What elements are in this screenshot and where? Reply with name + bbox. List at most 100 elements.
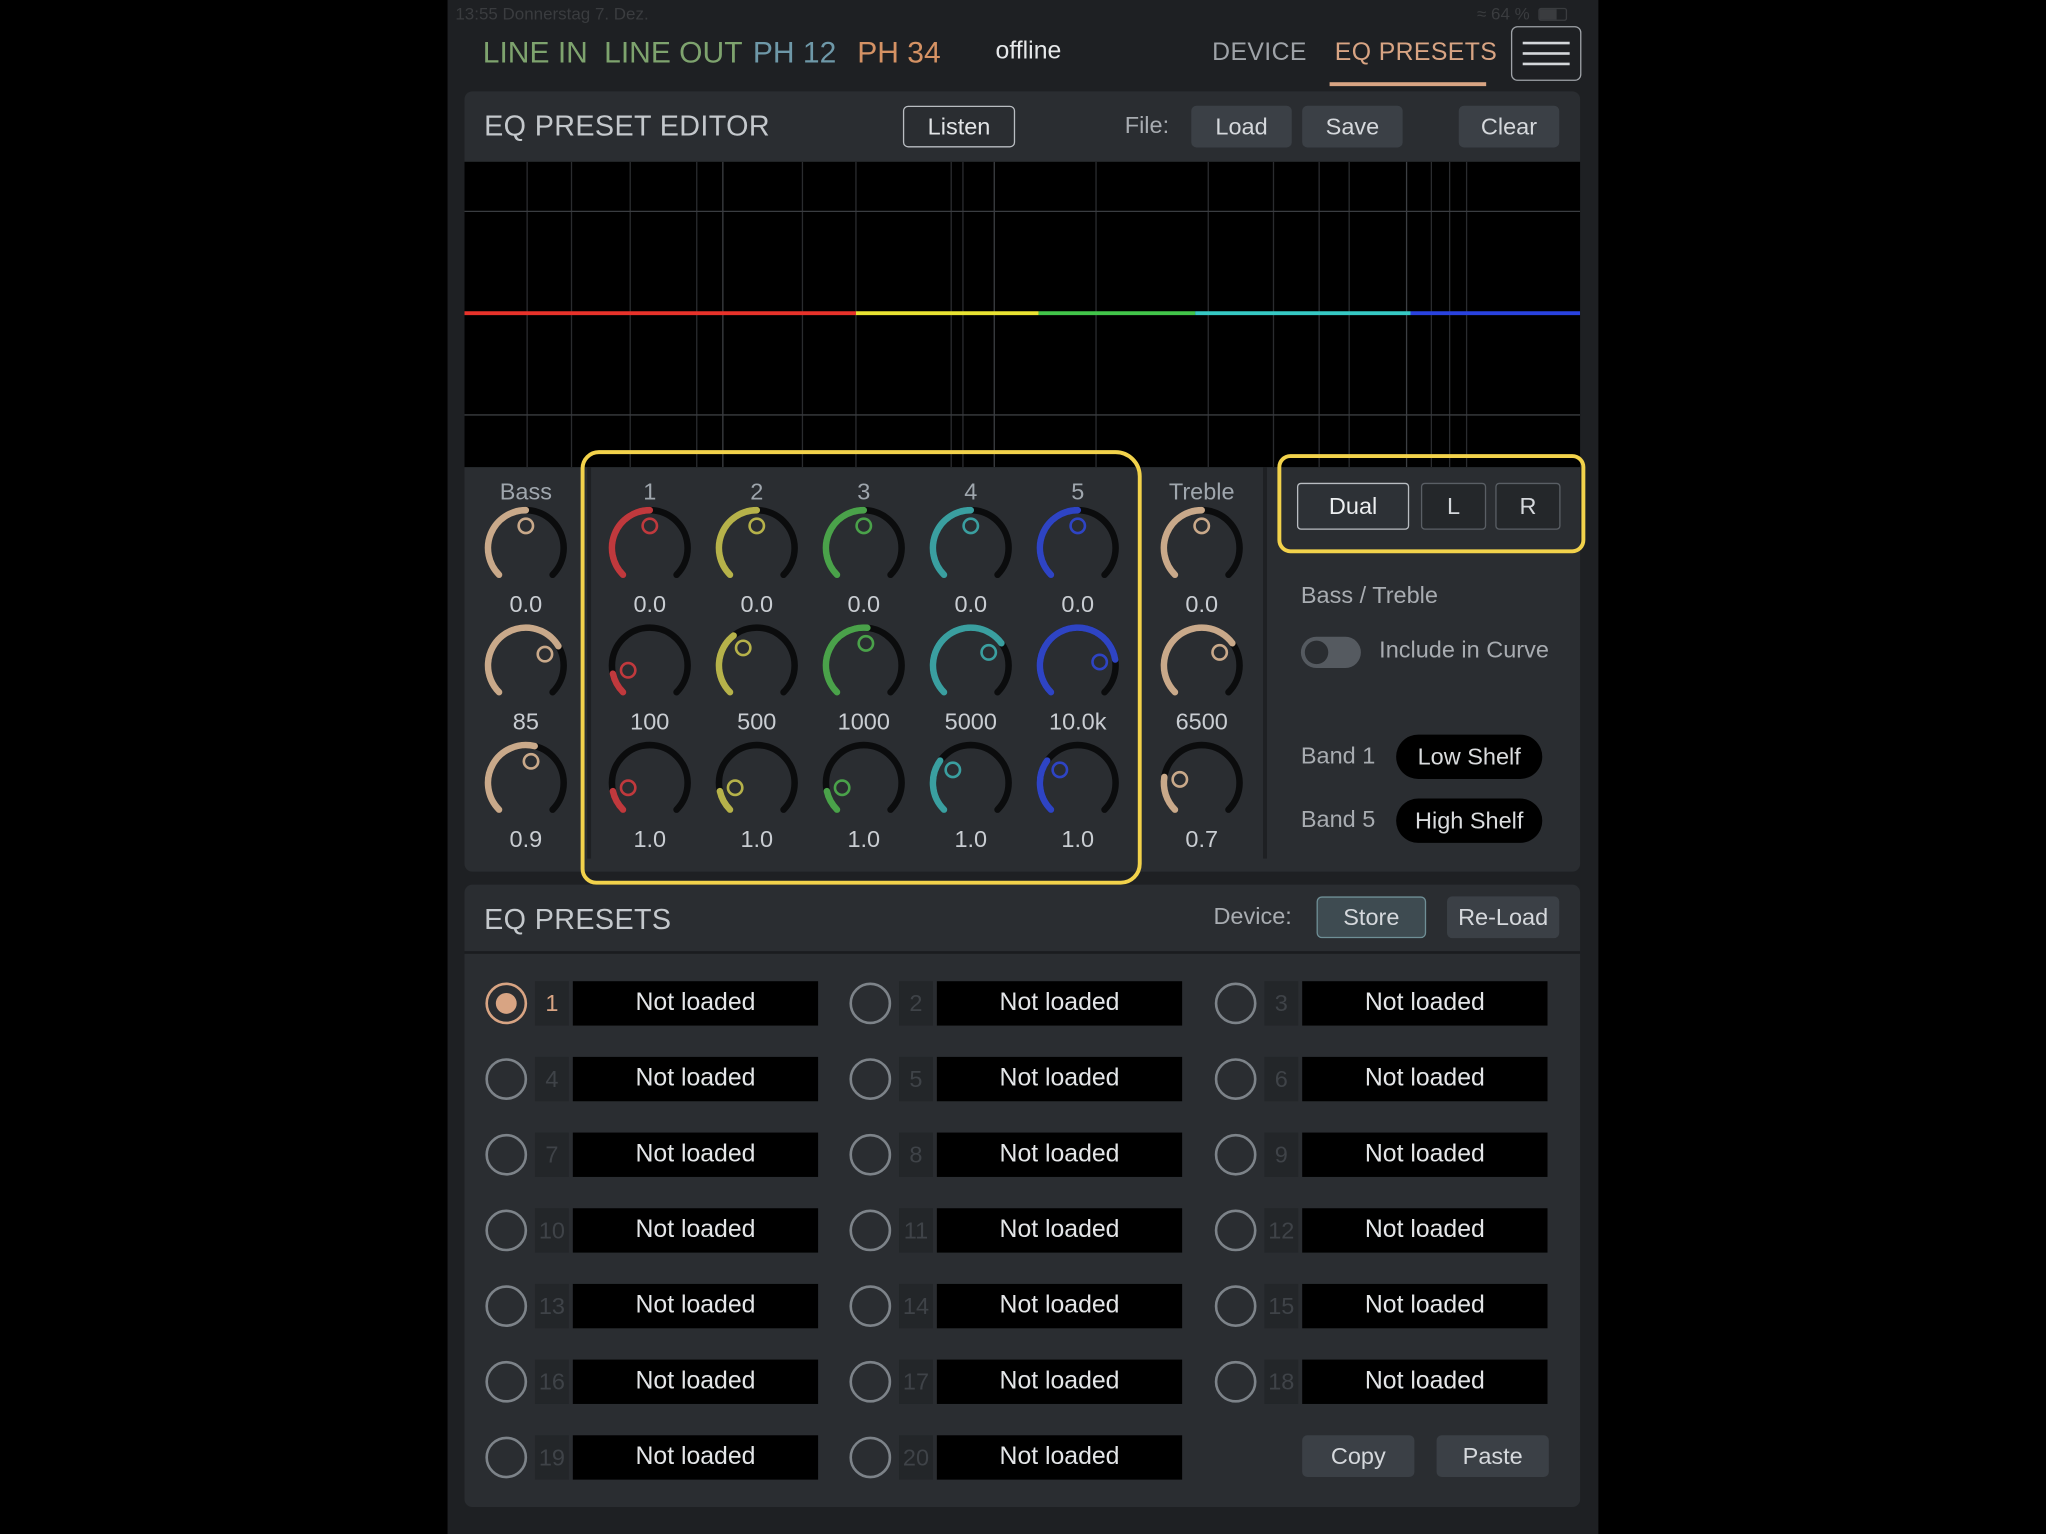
preset-name[interactable]: Not loaded (572, 1359, 819, 1404)
frequency-value: 1000 (837, 708, 890, 735)
listen-button[interactable]: Listen (902, 105, 1016, 148)
gain-knob[interactable] (1159, 505, 1245, 591)
channel-mode-r[interactable]: R (1495, 482, 1561, 530)
preset-name[interactable]: Not loaded (936, 1132, 1183, 1177)
preset-name[interactable]: Not loaded (936, 1208, 1183, 1253)
load-button[interactable]: Load (1191, 105, 1292, 148)
store-button[interactable]: Store (1316, 896, 1427, 939)
band-1-type-selector[interactable]: Low Shelf (1396, 734, 1543, 779)
q-knob[interactable] (928, 740, 1014, 826)
gain-value: 0.0 (954, 591, 988, 618)
preset-name[interactable]: Not loaded (1302, 981, 1548, 1026)
preset-name[interactable]: Not loaded (1302, 1056, 1548, 1102)
preset-radio[interactable] (849, 1360, 892, 1403)
preset-number: 1 (534, 981, 569, 1026)
q-knob[interactable] (714, 740, 800, 826)
save-button[interactable]: Save (1302, 105, 1403, 148)
knob-column-header: 4 (964, 478, 978, 505)
nav-ph-12[interactable]: PH 12 (753, 35, 836, 70)
preset-radio[interactable] (485, 1133, 528, 1176)
preset-name[interactable]: Not loaded (572, 1435, 819, 1480)
preset-radio[interactable] (1214, 1058, 1257, 1100)
q-knob[interactable] (821, 740, 907, 826)
nav-ph-34[interactable]: PH 34 (857, 35, 940, 70)
eq-frequency-graph[interactable] (464, 161, 1581, 468)
preset-radio[interactable] (485, 1058, 528, 1100)
copy-button[interactable]: Copy (1302, 1435, 1415, 1478)
knob-column-header: 5 (1071, 478, 1085, 505)
preset-name[interactable]: Not loaded (1302, 1283, 1548, 1329)
frequency-value: 100 (630, 708, 670, 735)
preset-radio[interactable] (485, 1436, 528, 1479)
gain-knob[interactable] (821, 505, 907, 591)
nav-line-out[interactable]: LINE OUT (604, 35, 742, 70)
tab-device[interactable]: DEVICE (1212, 39, 1307, 68)
gain-knob[interactable] (714, 505, 800, 591)
include-in-curve-toggle[interactable] (1300, 636, 1361, 669)
channel-mode-l[interactable]: L (1420, 482, 1487, 530)
preset-radio[interactable] (485, 1360, 528, 1403)
frequency-knob[interactable] (821, 622, 907, 708)
preset-name[interactable]: Not loaded (572, 1208, 819, 1253)
q-knob[interactable] (607, 740, 693, 826)
hamburger-menu-icon[interactable] (1510, 26, 1582, 81)
preset-radio[interactable] (485, 1285, 528, 1327)
knob-column-header: 3 (857, 478, 871, 505)
frequency-knob[interactable] (483, 622, 569, 708)
band-5-label: Band 5 (1300, 806, 1376, 833)
preset-name[interactable]: Not loaded (1302, 1359, 1548, 1404)
gain-knob[interactable] (1035, 505, 1121, 591)
preset-name[interactable]: Not loaded (936, 1056, 1183, 1102)
reload-button[interactable]: Re-Load (1447, 896, 1560, 939)
preset-number: 17 (899, 1359, 933, 1404)
preset-radio[interactable] (1214, 1209, 1257, 1252)
clear-button[interactable]: Clear (1458, 105, 1560, 148)
preset-radio[interactable] (1214, 982, 1257, 1025)
gain-knob[interactable] (483, 505, 569, 591)
preset-radio[interactable] (849, 1285, 892, 1327)
preset-name[interactable]: Not loaded (1302, 1132, 1548, 1177)
preset-slot: 3 Not loaded (1214, 981, 1567, 1026)
frequency-knob[interactable] (607, 622, 693, 708)
gain-knob[interactable] (607, 505, 693, 591)
preset-name[interactable]: Not loaded (936, 1435, 1183, 1480)
preset-radio[interactable] (849, 1133, 892, 1176)
preset-name[interactable]: Not loaded (1302, 1208, 1548, 1253)
preset-name[interactable]: Not loaded (936, 981, 1183, 1026)
preset-slot: 7 Not loaded (485, 1132, 837, 1177)
q-knob[interactable] (1035, 740, 1121, 826)
channel-mode-dual[interactable]: Dual (1296, 482, 1410, 530)
preset-name[interactable]: Not loaded (572, 1132, 819, 1177)
gain-value: 0.0 (847, 591, 881, 618)
frequency-knob[interactable] (714, 622, 800, 708)
paste-button[interactable]: Paste (1436, 1435, 1549, 1478)
presets-divider (464, 951, 1581, 954)
preset-radio[interactable] (1214, 1360, 1257, 1403)
band-5-type-selector[interactable]: High Shelf (1396, 798, 1543, 843)
q-knob[interactable] (483, 740, 569, 826)
q-knob[interactable] (1159, 740, 1245, 826)
frequency-knob[interactable] (1035, 622, 1121, 708)
preset-name[interactable]: Not loaded (936, 1283, 1183, 1329)
preset-radio[interactable] (1214, 1285, 1257, 1327)
frequency-value: 85 (512, 708, 539, 735)
preset-name[interactable]: Not loaded (936, 1359, 1183, 1404)
preset-radio[interactable] (849, 1209, 892, 1252)
gain-knob[interactable] (928, 505, 1014, 591)
preset-radio[interactable] (485, 1209, 528, 1252)
preset-number: 16 (534, 1359, 569, 1404)
preset-radio[interactable] (849, 1058, 892, 1100)
preset-radio[interactable] (485, 982, 528, 1025)
preset-name[interactable]: Not loaded (572, 981, 819, 1026)
nav-line-in[interactable]: LINE IN (483, 35, 588, 70)
preset-radio[interactable] (849, 982, 892, 1025)
preset-radio[interactable] (849, 1436, 892, 1479)
tab-eq-presets[interactable]: EQ PRESETS (1335, 39, 1497, 68)
preset-name[interactable]: Not loaded (572, 1283, 819, 1329)
preset-number: 8 (899, 1132, 933, 1177)
frequency-knob[interactable] (928, 622, 1014, 708)
preset-number: 2 (899, 981, 933, 1026)
frequency-knob[interactable] (1159, 622, 1245, 708)
preset-name[interactable]: Not loaded (572, 1056, 819, 1102)
preset-radio[interactable] (1214, 1133, 1257, 1176)
